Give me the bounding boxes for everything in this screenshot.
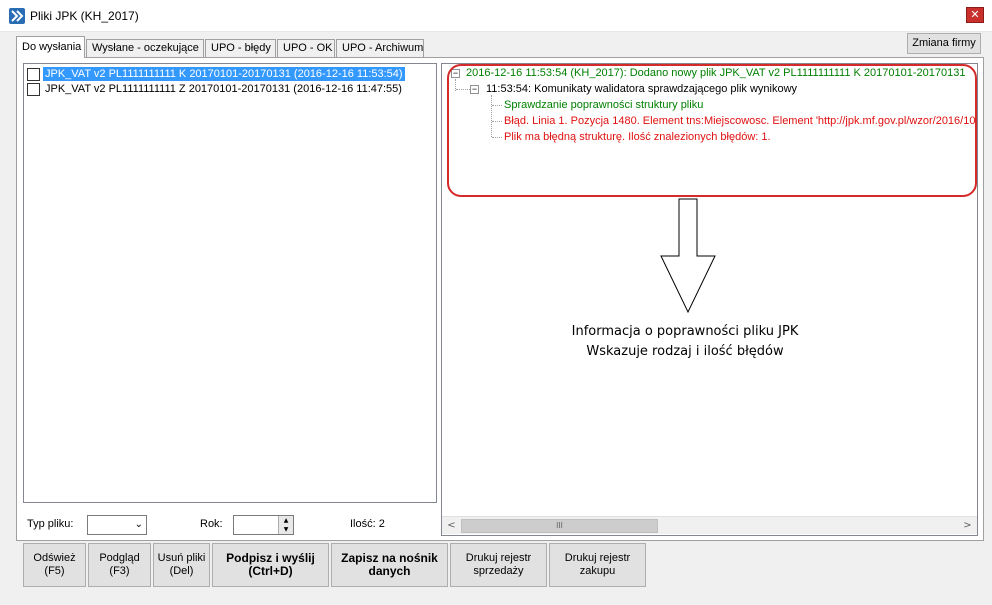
file-label: JPK_VAT v2 PL1111111111 Z 20170101-20170… <box>45 83 402 95</box>
collapse-icon[interactable]: − <box>451 69 460 78</box>
tab-upo-archiwum[interactable]: UPO - Archiwum <box>336 39 424 57</box>
file-type-label: Typ pliku: <box>27 518 74 530</box>
log-entry-error: Błąd. Linia 1. Pozycja 1480. Element tns… <box>504 115 978 127</box>
tree-connector <box>491 95 492 137</box>
tab-wyslane-oczekujace[interactable]: Wysłane - oczekujące <box>86 39 204 57</box>
window-title: Pliki JPK (KH_2017) <box>30 9 139 23</box>
tab-upo-ok[interactable]: UPO - OK <box>277 39 335 57</box>
log-child-entry: 11:53:54: Komunikaty walidatora sprawdza… <box>486 83 798 95</box>
down-arrow-icon <box>660 198 716 314</box>
app-icon <box>9 8 25 24</box>
scroll-thumb[interactable]: III <box>461 519 658 533</box>
annotation-text: Informacja o poprawności pliku JPK Wskaz… <box>540 322 830 362</box>
count-label: Ilość: 2 <box>350 518 385 530</box>
button-label: (F3) <box>109 565 130 577</box>
scroll-left-icon[interactable]: < <box>443 518 460 534</box>
tree-connector <box>492 137 502 138</box>
year-spinner[interactable]: ▲ ▼ <box>233 515 294 535</box>
file-type-select[interactable]: ⌄ <box>87 515 147 535</box>
save-media-button[interactable]: Zapisz na nośnik danych <box>331 543 448 587</box>
tree-connector <box>456 89 470 90</box>
preview-button[interactable]: Podgląd (F3) <box>88 543 151 587</box>
button-label: Podgląd <box>99 552 140 564</box>
button-label: (F5) <box>44 565 65 577</box>
log-entry-error: Plik ma błędną strukturę. Ilość znalezio… <box>504 131 771 143</box>
button-label: (Ctrl+D) <box>248 564 293 578</box>
button-label: Drukuj rejestr <box>564 552 631 564</box>
delete-files-button[interactable]: Usuń pliki (Del) <box>153 543 210 587</box>
print-purchase-register-button[interactable]: Drukuj rejestr zakupu <box>549 543 646 587</box>
scroll-right-icon[interactable]: > <box>959 518 976 534</box>
file-label: JPK_VAT v2 PL1111111111 K 20170101-20170… <box>43 67 405 81</box>
title-bar: Pliki JPK (KH_2017) ✕ <box>0 0 992 32</box>
change-company-button[interactable]: Zmiana firmy <box>907 33 981 54</box>
button-label: danych <box>368 564 411 578</box>
spin-up-icon[interactable]: ▲ <box>279 516 293 525</box>
file-checkbox[interactable] <box>27 83 40 96</box>
button-label: Odśwież <box>33 552 76 564</box>
log-root-entry: 2016-12-16 11:53:54 (KH_2017): Dodano no… <box>466 67 966 79</box>
file-list[interactable]: JPK_VAT v2 PL1111111111 K 20170101-20170… <box>23 63 437 503</box>
annotation-line: Informacja o poprawności pliku JPK <box>571 324 799 339</box>
tree-connector <box>492 105 502 106</box>
button-label: sprzedaży <box>473 565 524 577</box>
tab-do-wyslania[interactable]: Do wysłania <box>16 36 85 58</box>
year-label: Rok: <box>200 518 223 530</box>
button-label: (Del) <box>169 565 194 577</box>
tab-upo-bledy[interactable]: UPO - błędy <box>205 39 276 57</box>
tree-connector <box>492 121 502 122</box>
file-checkbox[interactable] <box>27 68 40 81</box>
collapse-icon[interactable]: − <box>470 85 479 94</box>
annotation-line: Wskazuje rodzaj i ilość błędów <box>586 344 784 359</box>
refresh-button[interactable]: Odśwież (F5) <box>23 543 86 587</box>
button-label: zakupu <box>579 565 616 577</box>
button-label: Drukuj rejestr <box>465 552 532 564</box>
chevron-down-icon: ⌄ <box>134 519 143 530</box>
spin-down-icon[interactable]: ▼ <box>279 525 293 534</box>
close-button[interactable]: ✕ <box>966 7 984 23</box>
button-label: Usuń pliki <box>157 552 206 564</box>
horizontal-scrollbar[interactable]: < III > <box>442 516 977 534</box>
sign-send-button[interactable]: Podpisz i wyślij (Ctrl+D) <box>212 543 329 587</box>
print-sales-register-button[interactable]: Drukuj rejestr sprzedaży <box>450 543 547 587</box>
log-entry-ok: Sprawdzanie poprawności struktury pliku <box>504 99 704 111</box>
